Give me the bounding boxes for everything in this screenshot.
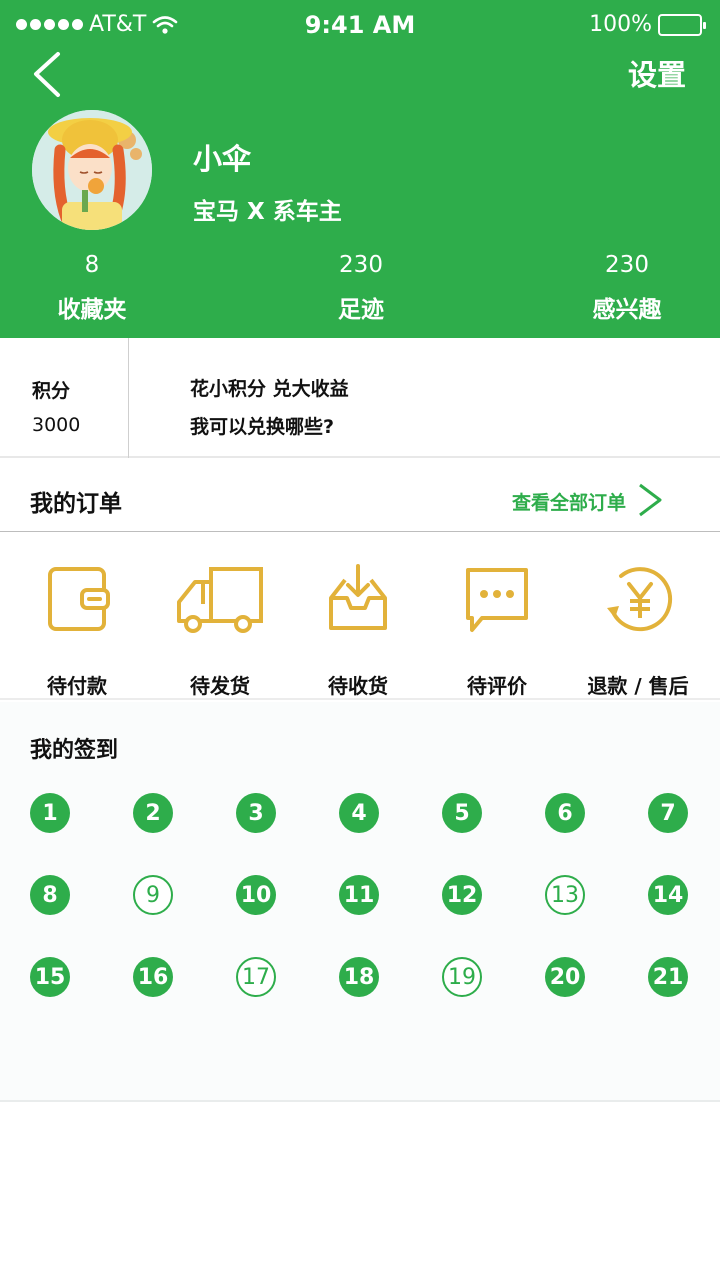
- settings-button[interactable]: 设置: [628, 52, 686, 94]
- order-status-label: 待发货: [190, 674, 250, 698]
- order-status-row: 待付款 待发货 待收货 待评价 退款 / 售后: [0, 534, 720, 700]
- chevron-right-icon[interactable]: [634, 482, 664, 518]
- order-pending-payment[interactable]: 待付款: [7, 564, 147, 698]
- inbox-download-icon: [329, 564, 387, 630]
- yen-refund-icon: [607, 567, 673, 632]
- order-status-label: 待付款: [47, 674, 107, 698]
- order-status-label: 待收货: [328, 674, 388, 698]
- signin-day-checked[interactable]: 14: [648, 875, 688, 915]
- signin-day-checked[interactable]: 6: [545, 793, 585, 833]
- order-pending-receipt[interactable]: 待收货: [288, 564, 428, 698]
- signin-day-checked[interactable]: 8: [30, 875, 70, 915]
- signin-day-checked[interactable]: 20: [545, 957, 585, 997]
- signin-day-unchecked[interactable]: 17: [236, 957, 276, 997]
- signin-day-unchecked[interactable]: 9: [133, 875, 173, 915]
- signin-day-checked[interactable]: 16: [133, 957, 173, 997]
- signin-day-checked[interactable]: 2: [133, 793, 173, 833]
- stat-value: 230: [605, 252, 649, 278]
- view-all-orders-link[interactable]: 查看全部订单: [512, 488, 626, 515]
- avatar[interactable]: [32, 110, 152, 230]
- signin-section: 我的签到 1 2 3 4 5 6 7 8 9 10 11 12 13 14 15 16 17 18 19 20 21: [0, 702, 720, 1102]
- user-subtitle: 宝马 X 系车主: [193, 199, 342, 225]
- order-status-label: 待评价: [467, 674, 527, 698]
- signin-day-checked[interactable]: 5: [442, 793, 482, 833]
- points-section[interactable]: 积分 3000 花小积分 兑大收益 我可以兑换哪些?: [0, 338, 720, 458]
- order-pending-review[interactable]: 待评价: [427, 564, 567, 698]
- signin-day-checked[interactable]: 10: [236, 875, 276, 915]
- orders-title: 我的订单: [30, 491, 122, 517]
- order-refund-aftersales[interactable]: 退款 / 售后: [568, 564, 708, 698]
- wallet-icon: [48, 567, 110, 631]
- signin-day-checked[interactable]: 18: [339, 957, 379, 997]
- signin-day-checked[interactable]: 15: [30, 957, 70, 997]
- stat-footprints[interactable]: 230 足迹: [286, 252, 436, 324]
- points-label: 积分: [32, 380, 71, 402]
- orders-header: 我的订单 查看全部订单: [0, 460, 720, 532]
- order-pending-shipment[interactable]: 待发货: [150, 564, 290, 698]
- stat-value: 230: [339, 252, 383, 278]
- user-name: 小伞: [193, 142, 252, 176]
- chat-bubble-icon: [466, 568, 528, 632]
- points-promo-title: 花小积分 兑大收益: [190, 378, 349, 400]
- signin-title: 我的签到: [30, 738, 119, 763]
- points-divider: [128, 338, 129, 458]
- profile-header: AT&T 9:41 AM 100% 设置 小伞 宝马 X 系车主 8 收藏夹 2…: [0, 0, 720, 338]
- signin-day-checked[interactable]: 12: [442, 875, 482, 915]
- truck-icon: [177, 567, 263, 633]
- battery-indicator: 100%: [589, 12, 706, 37]
- stat-favorites[interactable]: 8 收藏夹: [17, 252, 167, 324]
- signin-day-checked[interactable]: 1: [30, 793, 70, 833]
- signin-day-checked[interactable]: 11: [339, 875, 379, 915]
- battery-percent: 100%: [589, 12, 652, 37]
- status-bar: AT&T 9:41 AM 100%: [0, 0, 720, 50]
- back-button[interactable]: [30, 50, 70, 100]
- stat-label: 收藏夹: [57, 297, 127, 323]
- signin-day-unchecked[interactable]: 13: [545, 875, 585, 915]
- signin-day-unchecked[interactable]: 19: [442, 957, 482, 997]
- avatar-illustration: [32, 110, 152, 230]
- points-value: 3000: [32, 414, 81, 436]
- stat-value: 8: [84, 252, 100, 278]
- stat-label: 足迹: [338, 297, 384, 323]
- order-status-label: 退款 / 售后: [587, 674, 689, 698]
- battery-icon: [658, 13, 706, 36]
- points-redeem-link[interactable]: 我可以兑换哪些?: [190, 412, 334, 439]
- signin-day-checked[interactable]: 7: [648, 793, 688, 833]
- stat-label: 感兴趣: [592, 297, 662, 323]
- signin-day-checked[interactable]: 21: [648, 957, 688, 997]
- signin-day-checked[interactable]: 4: [339, 793, 379, 833]
- stat-interests[interactable]: 230 感兴趣: [552, 252, 702, 324]
- signin-day-checked[interactable]: 3: [236, 793, 276, 833]
